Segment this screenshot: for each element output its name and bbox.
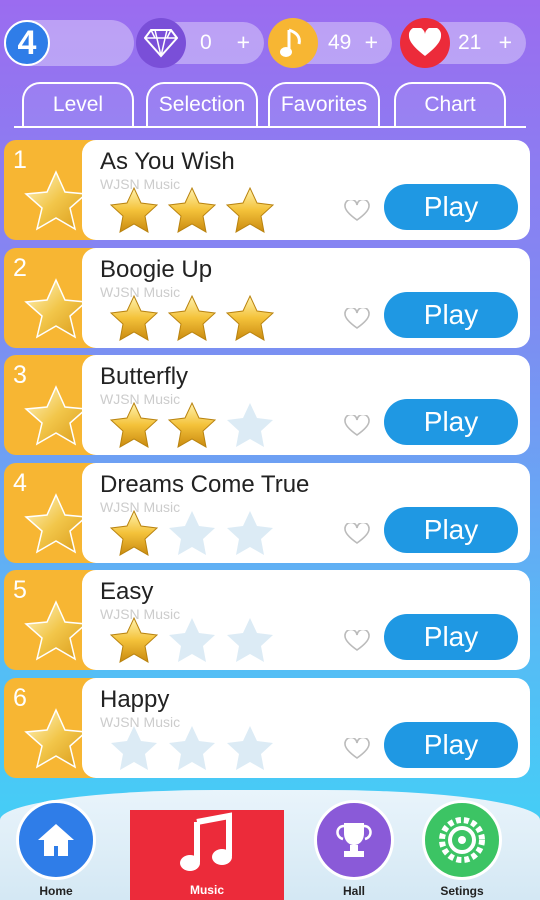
tab-selection[interactable]: Selection (146, 82, 258, 126)
song-card: Happy WJSN Music Play (82, 677, 530, 778)
play-button[interactable]: Play (384, 721, 518, 768)
gems-value: 0 (200, 31, 212, 54)
star-empty-icon (166, 509, 218, 562)
star-filled-icon (166, 186, 218, 239)
nav-settings[interactable]: Setings (412, 800, 512, 898)
play-button[interactable]: Play (384, 614, 518, 660)
song-title: As You Wish (100, 148, 235, 175)
star-empty-icon (224, 509, 276, 562)
song-rating (108, 509, 276, 562)
star-filled-icon (108, 509, 160, 562)
star-filled-icon (224, 294, 276, 347)
nav-home-label: Home (39, 884, 73, 898)
play-button[interactable]: Play (384, 506, 518, 553)
favorite-heart-icon[interactable] (344, 628, 370, 657)
song-card: Easy WJSN Music Play (82, 570, 530, 670)
rank-star-icon (24, 170, 88, 239)
notes-counter: 49 + (268, 18, 392, 68)
nav-hall-label: Hall (342, 884, 365, 898)
lives-value: 21 (458, 31, 482, 54)
trophy-icon (314, 800, 394, 880)
nav-settings-label: Setings (440, 884, 484, 898)
tab-divider (14, 126, 526, 128)
add-notes-button[interactable]: + (365, 29, 378, 56)
favorite-heart-icon[interactable] (344, 736, 370, 765)
song-rating (108, 724, 276, 777)
song-row: 5 Easy WJSN Music Play (4, 570, 530, 670)
song-rating (108, 186, 276, 239)
favorite-heart-icon[interactable] (344, 306, 370, 335)
favorite-heart-icon[interactable] (344, 198, 370, 227)
song-rating (108, 401, 276, 454)
notes-value: 49 (328, 31, 352, 54)
star-filled-icon (108, 294, 160, 347)
song-card: Butterfly WJSN Music Play (82, 355, 530, 455)
player-level-badge: 4 (4, 20, 134, 66)
song-rating (108, 294, 276, 347)
star-empty-icon (108, 724, 160, 777)
song-row: 2 Boogie Up WJSN Music Play (4, 247, 530, 348)
star-empty-icon (166, 724, 218, 777)
song-title: Happy (100, 685, 170, 713)
tab-favorites[interactable]: Favorites (268, 82, 380, 126)
play-button[interactable]: Play (384, 184, 518, 230)
play-button[interactable]: Play (384, 291, 518, 338)
player-level: 4 (4, 20, 50, 66)
star-empty-icon (224, 401, 276, 454)
song-title: Boogie Up (100, 255, 213, 283)
song-title: Easy (100, 578, 154, 605)
nav-music[interactable]: Music (130, 810, 284, 900)
star-filled-icon (108, 616, 160, 669)
play-button[interactable]: Play (384, 399, 518, 445)
song-rating (108, 616, 276, 669)
gear-icon (422, 800, 502, 880)
favorite-heart-icon[interactable] (344, 521, 370, 550)
music-note-icon (268, 18, 318, 68)
heart-icon (400, 18, 450, 68)
song-card: As You Wish WJSN Music Play (82, 140, 530, 240)
add-gems-button[interactable]: + (237, 29, 250, 56)
music-note-icon (177, 812, 237, 881)
nav-home[interactable]: Home (6, 800, 106, 898)
star-empty-icon (224, 724, 276, 777)
star-filled-icon (224, 186, 276, 239)
song-row: 1 As You Wish WJSN Music Play (4, 140, 530, 240)
star-empty-icon (166, 616, 218, 669)
song-row: 6 Happy WJSN Music Play (4, 677, 530, 778)
song-card: Boogie Up WJSN Music Play (82, 247, 530, 348)
favorite-heart-icon[interactable] (344, 413, 370, 442)
rank-star-icon (24, 385, 88, 454)
song-title: Butterfly (100, 363, 189, 390)
song-row: 3 Butterfly WJSN Music Play (4, 355, 530, 455)
diamond-icon (136, 18, 186, 68)
song-card: Dreams Come True WJSN Music Play (82, 462, 530, 563)
tab-chart[interactable]: Chart (394, 82, 506, 126)
rank-star-icon (24, 277, 88, 347)
star-empty-icon (224, 616, 276, 669)
nav-hall[interactable]: Hall (304, 800, 404, 898)
song-title: Dreams Come True (100, 470, 310, 498)
star-filled-icon (108, 401, 160, 454)
rank-star-icon (24, 600, 88, 669)
gems-counter: 0 + (136, 18, 264, 68)
lives-counter: 21 + (400, 18, 526, 68)
star-filled-icon (166, 294, 218, 347)
top-status-bar: 4 0 + 49 + 21 + (0, 0, 540, 80)
nav-music-label: Music (189, 883, 224, 897)
tab-level[interactable]: Level (22, 82, 134, 126)
rank-star-icon (24, 492, 88, 562)
rank-star-icon (24, 707, 88, 777)
home-icon (16, 800, 96, 880)
song-row: 4 Dreams Come True WJSN Music Play (4, 462, 530, 563)
star-filled-icon (166, 401, 218, 454)
star-filled-icon (108, 186, 160, 239)
add-lives-button[interactable]: + (499, 29, 512, 56)
